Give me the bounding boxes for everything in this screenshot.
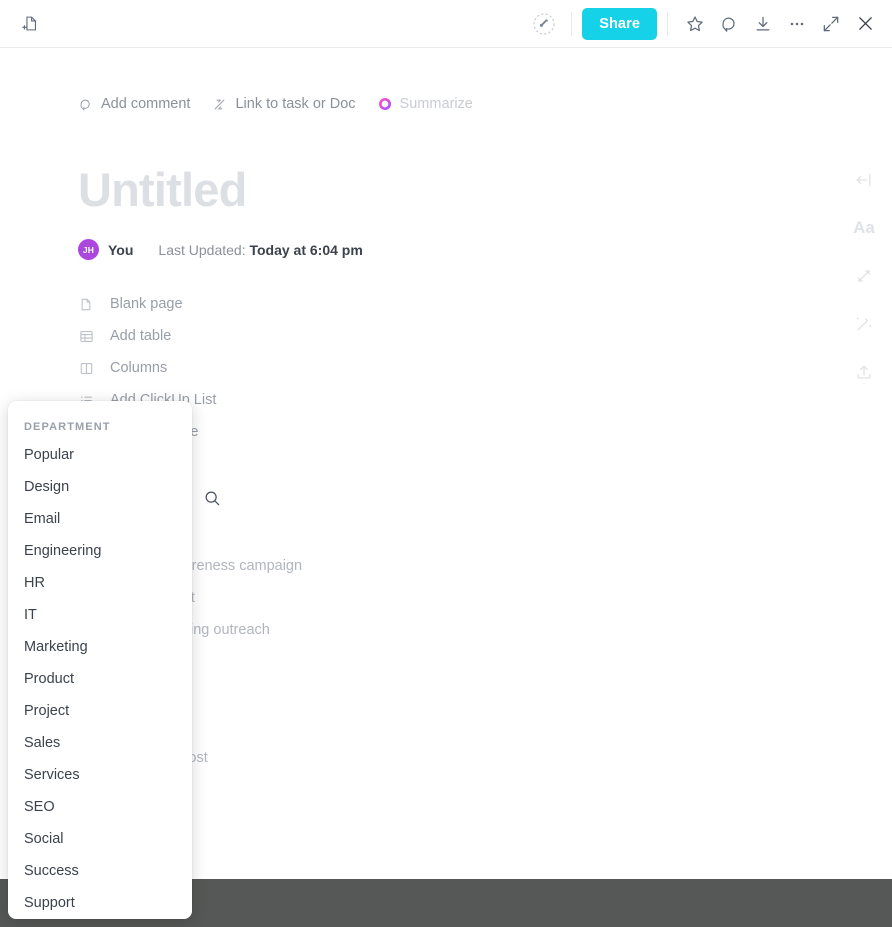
summarize-icon (378, 98, 391, 110)
dropdown-item-seo[interactable]: SEO (8, 791, 192, 823)
starter-item-add-table[interactable]: Add table (78, 320, 216, 352)
collapse-icon[interactable] (836, 156, 892, 204)
relationship-icon[interactable] (836, 252, 892, 300)
add-comment-label: Add comment (101, 96, 191, 112)
comment-icon[interactable] (712, 7, 746, 41)
download-icon[interactable] (746, 7, 780, 41)
dropdown-item-hr[interactable]: HR (8, 567, 192, 599)
top-toolbar-right: Share (527, 0, 882, 47)
last-updated: Last Updated: Today at 6:04 pm (158, 242, 362, 258)
clickup-doc-window: Share Add comment Link to task or Doc Su… (0, 0, 892, 927)
doc-action-row: Add comment Link to task or Doc Summariz… (78, 96, 473, 112)
comment-icon (80, 99, 90, 110)
last-updated-prefix: Last Updated: (158, 241, 246, 258)
summarize-action[interactable]: Summarize (378, 96, 473, 112)
new-page-icon[interactable] (12, 7, 46, 41)
link-to-task-label: Link to task or Doc (235, 96, 356, 112)
dropdown-item-popular[interactable]: Popular (8, 439, 192, 471)
star-icon[interactable] (678, 7, 712, 41)
starter-item-label: Columns (110, 360, 168, 376)
ellipsis-icon[interactable] (780, 7, 814, 41)
right-rail: Aa (836, 96, 892, 396)
share-upload-icon[interactable] (836, 348, 892, 396)
top-toolbar-left (12, 0, 46, 47)
link-icon (215, 99, 225, 109)
ai-wand-icon[interactable] (836, 300, 892, 348)
department-dropdown: DEPARTMENT Popular Design Email Engineer… (8, 401, 192, 919)
font-icon[interactable]: Aa (836, 204, 892, 252)
toolbar-divider-2 (667, 11, 668, 36)
dropdown-item-engineering[interactable]: Engineering (8, 535, 192, 567)
summarize-label: Summarize (399, 96, 473, 112)
expand-icon[interactable] (814, 7, 848, 41)
link-to-task-action[interactable]: Link to task or Doc (212, 96, 356, 112)
dropdown-item-support[interactable]: Support (8, 887, 192, 919)
share-button[interactable]: Share (582, 7, 657, 40)
tag-circle-icon[interactable] (527, 7, 561, 41)
close-icon[interactable] (848, 7, 882, 41)
dropdown-item-sales[interactable]: Sales (8, 727, 192, 759)
starter-item-blank-page[interactable]: Blank page (78, 288, 216, 320)
dropdown-item-email[interactable]: Email (8, 503, 192, 535)
page-icon (78, 296, 94, 312)
dropdown-item-social[interactable]: Social (8, 823, 192, 855)
dropdown-header: DEPARTMENT (24, 421, 111, 433)
starter-item-columns[interactable]: Columns (78, 352, 216, 384)
author-label: You (108, 241, 134, 258)
top-toolbar: Share (0, 0, 892, 48)
font-icon-label: Aa (853, 218, 875, 237)
dropdown-item-marketing[interactable]: Marketing (8, 631, 192, 663)
search-icon[interactable] (202, 488, 224, 510)
columns-icon (78, 360, 94, 376)
dropdown-item-product[interactable]: Product (8, 663, 192, 695)
toolbar-divider-1 (571, 11, 573, 36)
dropdown-item-success[interactable]: Success (8, 855, 192, 887)
last-updated-value: Today at 6:04 pm (249, 241, 363, 258)
dropdown-item-services[interactable]: Services (8, 759, 192, 791)
starter-item-label: Blank page (110, 296, 183, 312)
dropdown-item-it[interactable]: IT (8, 599, 192, 631)
table-icon (78, 328, 94, 344)
add-comment-action[interactable]: Add comment (78, 96, 190, 112)
page-title[interactable]: Untitled (78, 166, 247, 213)
starter-item-label: Add table (110, 328, 172, 344)
dropdown-item-project[interactable]: Project (8, 695, 192, 727)
avatar[interactable]: JH (78, 239, 99, 260)
dropdown-item-design[interactable]: Design (8, 471, 192, 503)
doc-meta-row: JH You Last Updated: Today at 6:04 pm (78, 239, 363, 260)
